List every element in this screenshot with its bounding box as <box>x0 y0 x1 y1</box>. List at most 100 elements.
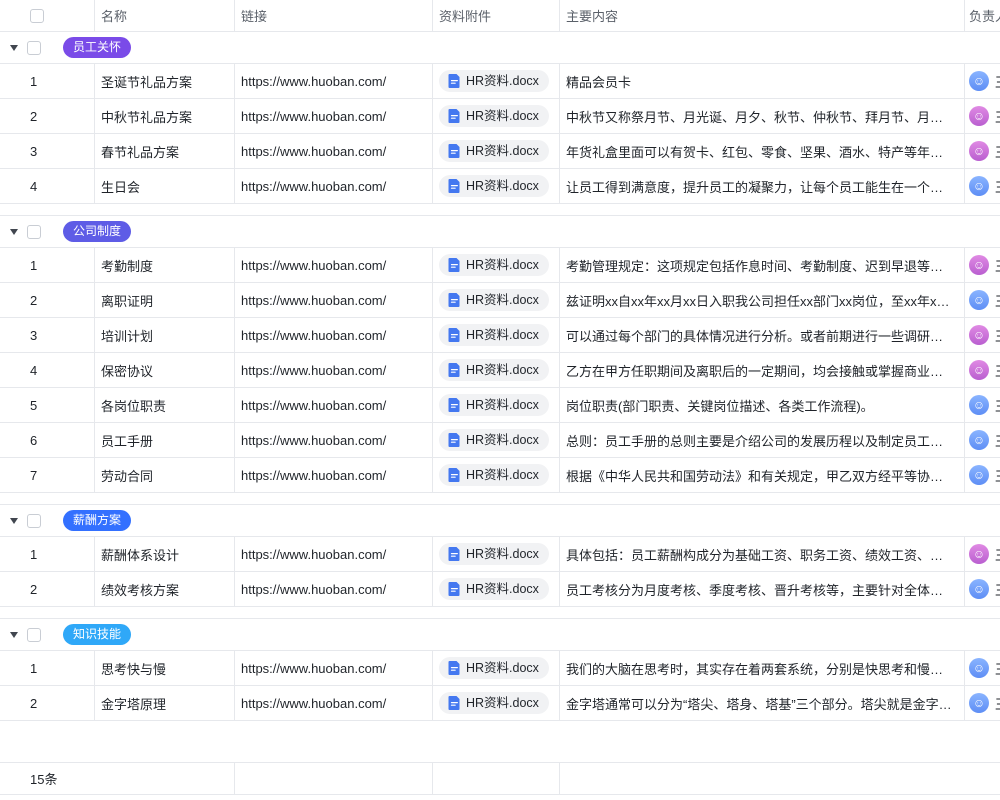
link-cell[interactable]: https://www.huoban.com/ <box>235 283 433 317</box>
name-cell[interactable]: 保密协议 <box>95 353 235 387</box>
group-badge[interactable]: 员工关怀 <box>63 37 131 58</box>
attachment-chip[interactable]: HR资料.docx <box>439 657 549 679</box>
attachment-chip[interactable]: HR资料.docx <box>439 105 549 127</box>
column-header-content[interactable]: 主要内容 <box>560 0 965 31</box>
attachment-chip[interactable]: HR资料.docx <box>439 543 549 565</box>
link-cell[interactable]: https://www.huoban.com/ <box>235 537 433 571</box>
name-cell[interactable]: 生日会 <box>95 169 235 203</box>
attachment-chip[interactable]: HR资料.docx <box>439 359 549 381</box>
content-cell[interactable]: 具体包括：员工薪酬构成分为基础工资、职务工资、绩效工资、工龄工资等 <box>560 537 965 571</box>
attachment-cell[interactable]: HR资料.docx <box>433 651 560 685</box>
content-cell[interactable]: 金字塔通常可以分为“塔尖、塔身、塔基”三个部分。塔尖就是金字塔顶端 <box>560 686 965 720</box>
name-cell[interactable]: 金字塔原理 <box>95 686 235 720</box>
content-cell[interactable]: 根据《中华人民共和国劳动法》和有关规定，甲乙双方经平等协商一致签订 <box>560 458 965 492</box>
attachment-cell[interactable]: HR资料.docx <box>433 423 560 457</box>
attachment-chip[interactable]: HR资料.docx <box>439 254 549 276</box>
group-collapse-chevron[interactable] <box>10 518 18 524</box>
group-checkbox[interactable] <box>27 41 41 55</box>
attachment-chip[interactable]: HR资料.docx <box>439 394 549 416</box>
attachment-cell[interactable]: HR资料.docx <box>433 248 560 282</box>
content-cell[interactable]: 精品会员卡 <box>560 64 965 98</box>
table-row[interactable]: 4保密协议https://www.huoban.com/HR资料.docx乙方在… <box>0 353 1000 388</box>
attachment-chip[interactable]: HR资料.docx <box>439 464 549 486</box>
owner-cell[interactable]: ☺王 <box>965 99 1000 133</box>
table-row[interactable]: 2中秋节礼品方案https://www.huoban.com/HR资料.docx… <box>0 99 1000 134</box>
attachment-cell[interactable]: HR资料.docx <box>433 169 560 203</box>
owner-cell[interactable]: ☺王 <box>965 134 1000 168</box>
name-cell[interactable]: 劳动合同 <box>95 458 235 492</box>
content-cell[interactable]: 年货礼盒里面可以有贺卡、红包、零食、坚果、酒水、特产等年货礼品 <box>560 134 965 168</box>
owner-cell[interactable]: ☺王 <box>965 686 1000 720</box>
content-cell[interactable]: 总则：员工手册的总则主要是介绍公司的发展历程以及制定员工手册的目的 <box>560 423 965 457</box>
link-cell[interactable]: https://www.huoban.com/ <box>235 651 433 685</box>
table-row[interactable]: 7劳动合同https://www.huoban.com/HR资料.docx根据《… <box>0 458 1000 493</box>
select-all-checkbox[interactable] <box>30 9 44 23</box>
attachment-chip[interactable]: HR资料.docx <box>439 140 549 162</box>
attachment-chip[interactable]: HR资料.docx <box>439 692 549 714</box>
column-header-attachment[interactable]: 资料附件 <box>433 0 560 31</box>
link-cell[interactable]: https://www.huoban.com/ <box>235 169 433 203</box>
link-cell[interactable]: https://www.huoban.com/ <box>235 134 433 168</box>
owner-cell[interactable]: ☺王 <box>965 248 1000 282</box>
table-row[interactable]: 1思考快与慢https://www.huoban.com/HR资料.docx我们… <box>0 651 1000 686</box>
name-cell[interactable]: 各岗位职责 <box>95 388 235 422</box>
group-collapse-chevron[interactable] <box>10 45 18 51</box>
group-checkbox[interactable] <box>27 225 41 239</box>
name-cell[interactable]: 圣诞节礼品方案 <box>95 64 235 98</box>
group-checkbox[interactable] <box>27 628 41 642</box>
content-cell[interactable]: 兹证明xx自xx年xx月xx日入职我公司担任xx部门xx岗位，至xx年xx月xx… <box>560 283 965 317</box>
name-cell[interactable]: 考勤制度 <box>95 248 235 282</box>
owner-cell[interactable]: ☺王 <box>965 353 1000 387</box>
name-cell[interactable]: 培训计划 <box>95 318 235 352</box>
content-cell[interactable]: 中秋节又称祭月节、月光诞、月夕、秋节、仲秋节、拜月节、月亮节等 <box>560 99 965 133</box>
table-row[interactable]: 1圣诞节礼品方案https://www.huoban.com/HR资料.docx… <box>0 64 1000 99</box>
attachment-cell[interactable]: HR资料.docx <box>433 64 560 98</box>
attachment-chip[interactable]: HR资料.docx <box>439 70 549 92</box>
link-cell[interactable]: https://www.huoban.com/ <box>235 353 433 387</box>
content-cell[interactable]: 乙方在甲方任职期间及离职后的一定期间，均会接触或掌握商业秘密信息 <box>560 353 965 387</box>
owner-cell[interactable]: ☺王 <box>965 283 1000 317</box>
table-row[interactable]: 3培训计划https://www.huoban.com/HR资料.docx可以通… <box>0 318 1000 353</box>
name-cell[interactable]: 绩效考核方案 <box>95 572 235 606</box>
content-cell[interactable]: 可以通过每个部门的具体情况进行分析。或者前期进行一些调研工作安排 <box>560 318 965 352</box>
attachment-cell[interactable]: HR资料.docx <box>433 537 560 571</box>
attachment-cell[interactable]: HR资料.docx <box>433 283 560 317</box>
table-row[interactable]: 2绩效考核方案https://www.huoban.com/HR资料.docx员… <box>0 572 1000 607</box>
content-cell[interactable]: 我们的大脑在思考时，其实存在着两套系统，分别是快思考和慢思考系统 <box>560 651 965 685</box>
attachment-cell[interactable]: HR资料.docx <box>433 686 560 720</box>
link-cell[interactable]: https://www.huoban.com/ <box>235 572 433 606</box>
name-cell[interactable]: 中秋节礼品方案 <box>95 99 235 133</box>
group-badge[interactable]: 薪酬方案 <box>63 510 131 531</box>
attachment-cell[interactable]: HR资料.docx <box>433 353 560 387</box>
attachment-cell[interactable]: HR资料.docx <box>433 134 560 168</box>
table-row[interactable]: 1考勤制度https://www.huoban.com/HR资料.docx考勤管… <box>0 248 1000 283</box>
attachment-cell[interactable]: HR资料.docx <box>433 318 560 352</box>
link-cell[interactable]: https://www.huoban.com/ <box>235 388 433 422</box>
table-row[interactable]: 1薪酬体系设计https://www.huoban.com/HR资料.docx具… <box>0 537 1000 572</box>
owner-cell[interactable]: ☺王 <box>965 64 1000 98</box>
table-row[interactable]: 4生日会https://www.huoban.com/HR资料.docx让员工得… <box>0 169 1000 204</box>
content-cell[interactable]: 让员工得到满意度，提升员工的凝聚力，让每个员工能生在一个温暖的大家庭 <box>560 169 965 203</box>
attachment-chip[interactable]: HR资料.docx <box>439 578 549 600</box>
link-cell[interactable]: https://www.huoban.com/ <box>235 423 433 457</box>
content-cell[interactable]: 员工考核分为月度考核、季度考核、晋升考核等，主要针对全体正式员工 <box>560 572 965 606</box>
column-header-owner[interactable]: 负责人 <box>965 0 1000 31</box>
link-cell[interactable]: https://www.huoban.com/ <box>235 686 433 720</box>
attachment-chip[interactable]: HR资料.docx <box>439 175 549 197</box>
name-cell[interactable]: 春节礼品方案 <box>95 134 235 168</box>
name-cell[interactable]: 薪酬体系设计 <box>95 537 235 571</box>
attachment-chip[interactable]: HR资料.docx <box>439 429 549 451</box>
owner-cell[interactable]: ☺王 <box>965 388 1000 422</box>
owner-cell[interactable]: ☺王 <box>965 423 1000 457</box>
owner-cell[interactable]: ☺王 <box>965 572 1000 606</box>
group-collapse-chevron[interactable] <box>10 632 18 638</box>
owner-cell[interactable]: ☺王 <box>965 169 1000 203</box>
content-cell[interactable]: 考勤管理规定：这项规定包括作息时间、考勤制度、迟到早退等相关规定 <box>560 248 965 282</box>
link-cell[interactable]: https://www.huoban.com/ <box>235 248 433 282</box>
column-header-name[interactable]: 名称 <box>95 0 235 31</box>
attachment-cell[interactable]: HR资料.docx <box>433 572 560 606</box>
column-header-link[interactable]: 链接 <box>235 0 433 31</box>
group-checkbox[interactable] <box>27 514 41 528</box>
attachment-chip[interactable]: HR资料.docx <box>439 289 549 311</box>
attachment-cell[interactable]: HR资料.docx <box>433 388 560 422</box>
